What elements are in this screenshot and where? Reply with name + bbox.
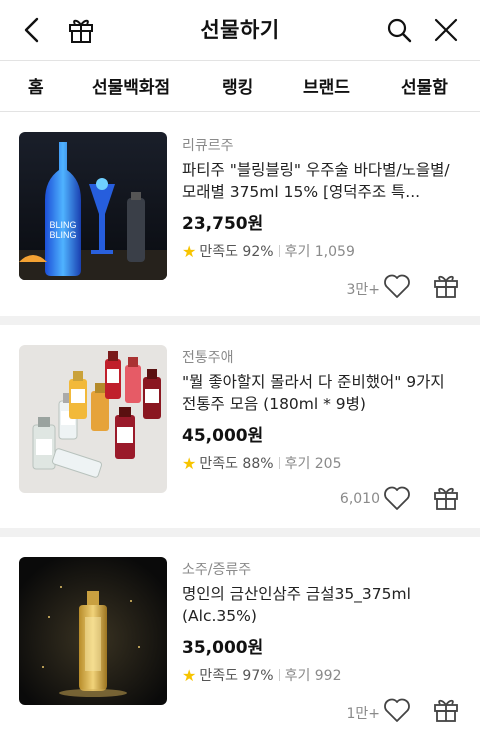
product-card[interactable]: 전통주애 "뭘 좋아할지 몰라서 다 준비했어" 9가지 전통주 모음 (180… (0, 325, 480, 528)
satisfaction-text: 만족도 97% (199, 668, 274, 684)
category-tabs: 홈 선물백화점 랭킹 브랜드 선물함 (0, 60, 480, 112)
section-divider (0, 528, 480, 537)
like-count: 3만+ (346, 282, 380, 298)
close-icon (434, 18, 458, 42)
tab-home[interactable]: 홈 (28, 73, 44, 98)
close-button[interactable] (428, 12, 464, 48)
bottle-label: BLING (49, 220, 76, 230)
satisfaction-text: 만족도 92% (199, 244, 274, 260)
gift-icon[interactable] (433, 485, 459, 511)
search-icon (387, 18, 412, 43)
search-button[interactable] (381, 12, 417, 48)
review-count[interactable]: 후기 992 (285, 665, 342, 685)
top-bar: 선물하기 (0, 0, 480, 60)
product-rating: ★ 만족도 92% 후기 1,059 (182, 241, 355, 261)
tab-ranking[interactable]: 랭킹 (222, 73, 253, 98)
product-name[interactable]: 명인의 금산인삼주 금설35_375ml (Alc.35%) (182, 583, 462, 627)
product-card[interactable]: BLING BLING 리큐르주 파티주 "블링블링" 우주술 바다별/노을별/… (0, 113, 480, 316)
gift-icon[interactable] (433, 697, 459, 723)
tab-gift-box[interactable]: 선물함 (401, 73, 448, 98)
star-icon: ★ (182, 453, 197, 473)
product-card[interactable]: 소주/증류주 명인의 금산인삼주 금설35_375ml (Alc.35%) 35… (0, 537, 480, 739)
star-icon: ★ (182, 241, 197, 261)
satisfaction-text: 만족도 88% (199, 456, 274, 472)
product-image[interactable] (19, 345, 167, 493)
section-divider (0, 316, 480, 325)
star-icon: ★ (182, 665, 197, 685)
product-image[interactable]: BLING BLING (19, 132, 167, 280)
product-name[interactable]: 파티주 "블링블링" 우주술 바다별/노을별/모래별 375ml 15% [영덕… (182, 159, 462, 203)
like-count: 1만+ (346, 706, 380, 722)
divider (278, 457, 280, 469)
product-category: 소주/증류주 (182, 562, 252, 578)
product-price: 45,000원 (182, 426, 264, 446)
gift-icon (69, 19, 93, 43)
svg-text:BLING: BLING (49, 230, 76, 240)
product-name[interactable]: "뭘 좋아할지 몰라서 다 준비했어" 9가지 전통주 모음 (180ml * … (182, 371, 462, 415)
heart-icon[interactable] (383, 697, 411, 723)
product-image[interactable] (19, 557, 167, 705)
gift-icon[interactable] (433, 273, 459, 299)
back-button[interactable] (14, 12, 50, 48)
product-rating: ★ 만족도 97% 후기 992 (182, 665, 342, 685)
product-category: 전통주애 (182, 350, 234, 366)
gift-home-button[interactable] (63, 12, 99, 48)
review-count[interactable]: 후기 205 (285, 453, 342, 473)
tab-brand[interactable]: 브랜드 (303, 73, 350, 98)
like-count: 6,010 (339, 491, 380, 507)
back-icon (24, 17, 39, 43)
divider (278, 245, 280, 257)
product-price: 23,750원 (182, 214, 264, 234)
heart-icon[interactable] (383, 485, 411, 511)
heart-icon[interactable] (383, 273, 411, 299)
tab-gift-department[interactable]: 선물백화점 (92, 73, 170, 98)
product-price: 35,000원 (182, 638, 264, 658)
review-count[interactable]: 후기 1,059 (285, 241, 355, 261)
divider (278, 669, 280, 681)
product-rating: ★ 만족도 88% 후기 205 (182, 453, 342, 473)
product-category: 리큐르주 (182, 138, 234, 154)
